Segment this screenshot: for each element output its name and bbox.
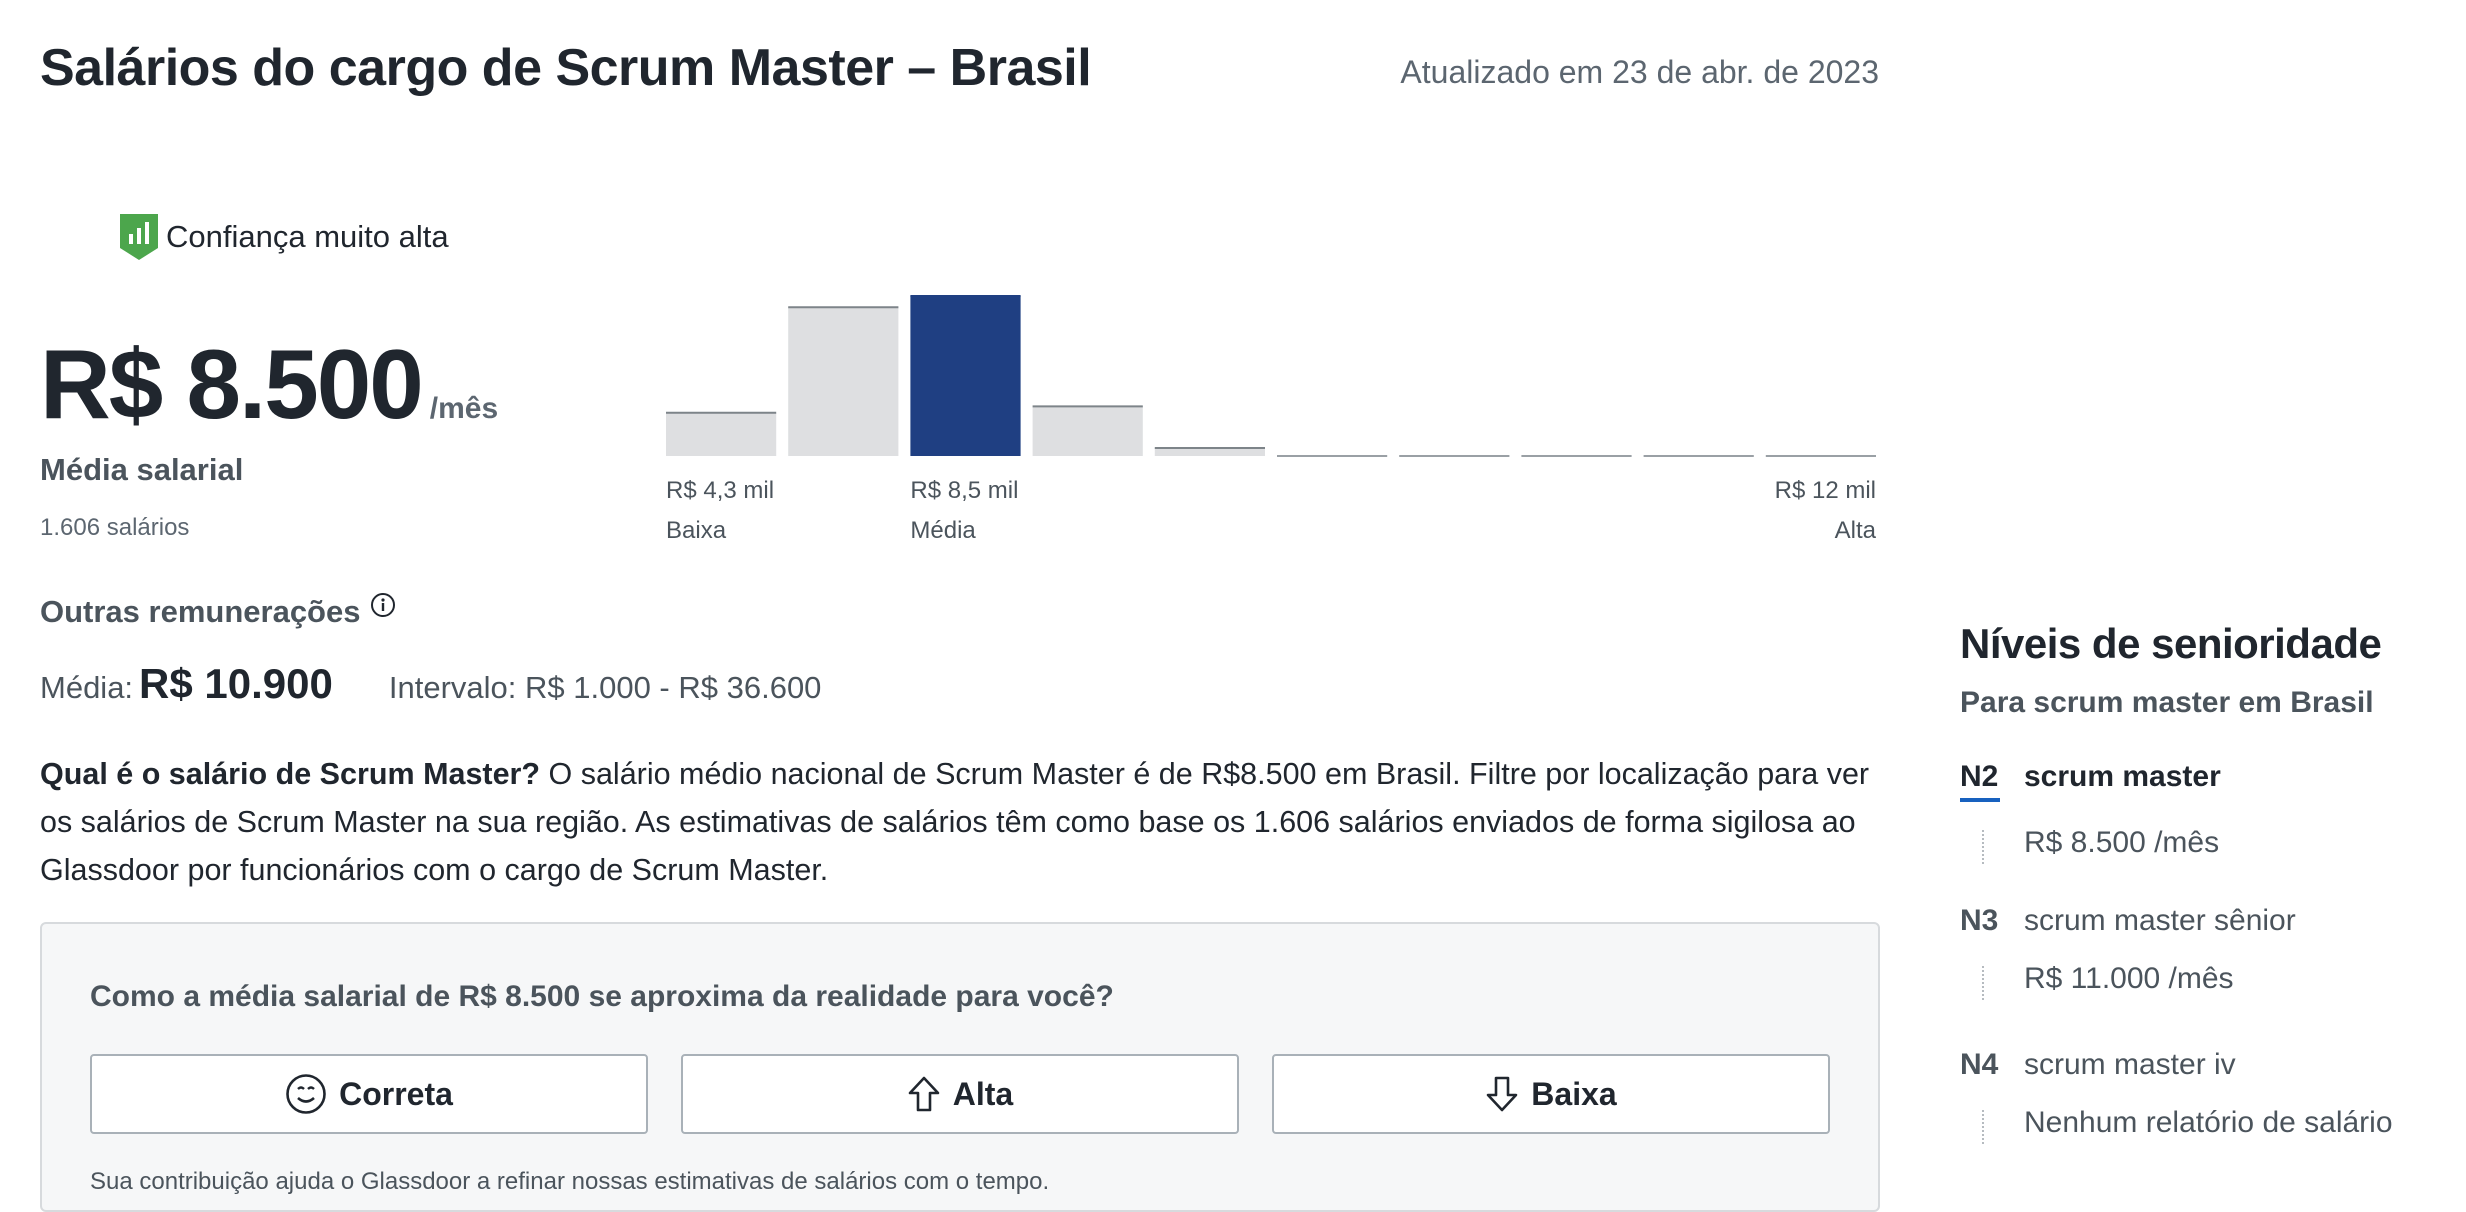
level-name: scrum master <box>2024 760 2221 793</box>
level-salary: R$ 11.000 /mês <box>1982 962 2460 1000</box>
salary-description: Qual é o salário de Scrum Master? O salá… <box>40 750 1890 894</box>
salary-count: 1.606 salários <box>40 514 190 541</box>
other-compensation-label: Outras remunerações <box>40 594 361 629</box>
feedback-correct-label: Correta <box>339 1075 453 1112</box>
feedback-low-button[interactable]: Baixa <box>1272 1054 1830 1134</box>
feedback-note: Sua contribuição ajuda o Glassdoor a ref… <box>90 1168 1050 1195</box>
level-name: scrum master iv <box>2024 1048 2236 1081</box>
level-salary: Nenhum relatório de salário <box>1982 1106 2460 1144</box>
histogram-bar <box>910 296 1021 456</box>
page-title: Salários do cargo de Scrum Master – Bras… <box>40 39 1092 97</box>
arrow-up-icon <box>908 1076 940 1112</box>
salary-histogram: R$ 4,3 mil Baixa R$ 8,5 mil Média R$ 12 mil A… <box>666 295 1877 544</box>
confidence-shield-icon <box>120 214 158 260</box>
other-compensation-summary: Média: R$ 10.900 Intervalo: R$ 1.000 - R… <box>40 660 821 708</box>
histogram-bar <box>788 307 899 456</box>
seniority-panel: Níveis de senioridade Para scrum master … <box>1960 620 2460 1144</box>
other-range: Intervalo: R$ 1.000 - R$ 36.600 <box>388 670 822 705</box>
smile-icon <box>286 1074 326 1114</box>
feedback-high-button[interactable]: Alta <box>681 1054 1239 1134</box>
histogram-tick-label: R$ 12 mil <box>1775 477 1876 504</box>
seniority-level[interactable]: N2 scrum master R$ 8.500 /mês <box>1960 760 2460 864</box>
average-salary: R$ 8.500 /mês <box>40 328 498 441</box>
histogram-bar <box>1032 406 1143 456</box>
level-name: scrum master sênior <box>2024 904 2296 937</box>
seniority-title: Níveis de senioridade <box>1960 620 2382 667</box>
average-salary-unit: /mês <box>429 392 499 425</box>
updated-date: Atualizado em 23 de abr. de 2023 <box>1400 54 1879 90</box>
histogram-bar <box>666 412 777 456</box>
level-salary: R$ 8.500 /mês <box>1982 826 2460 864</box>
average-salary-value: R$ 8.500 <box>40 329 424 439</box>
seniority-subtitle: Para scrum master em Brasil <box>1960 686 2374 719</box>
feedback-high-label: Alta <box>952 1075 1014 1112</box>
histogram-tick-caption: Alta <box>1835 517 1877 544</box>
other-compensation-title: Outras remunerações <box>40 592 396 630</box>
description-question: Qual é o salário de Scrum Master? <box>40 757 541 791</box>
seniority-level[interactable]: N4 scrum master iv Nenhum relatório de s… <box>1960 1048 2460 1144</box>
histogram-tick-label: R$ 4,3 mil <box>666 477 774 504</box>
histogram-tick-label: R$ 8,5 mil <box>910 477 1018 504</box>
feedback-panel: Como a média salarial de R$ 8.500 se apr… <box>40 922 1880 1212</box>
histogram-bar <box>1154 448 1265 456</box>
confidence-indicator: Confiança muito alta <box>118 212 449 262</box>
level-code: N4 <box>1960 1048 1999 1081</box>
average-salary-label: Média salarial <box>40 452 244 487</box>
level-code: N2 <box>1960 760 2000 802</box>
feedback-correct-button[interactable]: Correta <box>90 1054 648 1134</box>
histogram-tick-caption: Baixa <box>666 517 727 544</box>
info-icon[interactable] <box>370 592 396 618</box>
feedback-question: Como a média salarial de R$ 8.500 se apr… <box>90 980 1114 1013</box>
arrow-down-icon <box>1486 1076 1518 1112</box>
feedback-low-label: Baixa <box>1531 1075 1617 1112</box>
level-code: N3 <box>1960 904 1999 937</box>
other-media-label: Média: <box>40 670 134 705</box>
seniority-level[interactable]: N3 scrum master sênior R$ 11.000 /mês <box>1960 904 2460 1000</box>
confidence-label: Confiança muito alta <box>166 219 449 254</box>
histogram-tick-caption: Média <box>910 517 976 544</box>
other-media-value: R$ 10.900 <box>139 660 333 707</box>
